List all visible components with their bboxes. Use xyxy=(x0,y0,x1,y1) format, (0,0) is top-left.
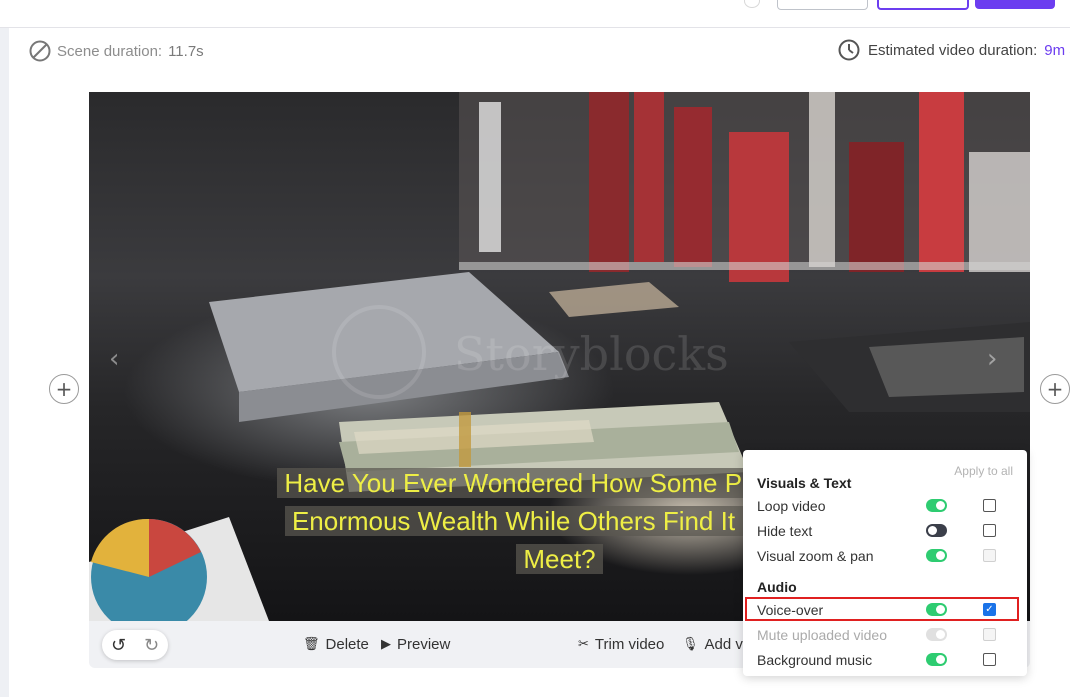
trim-label: Trim video xyxy=(594,636,665,653)
setting-row-background-music: Background music xyxy=(757,648,1017,673)
setting-row-hide-text: Hide text xyxy=(757,519,1017,544)
visual-zoom-pan-toggle[interactable] xyxy=(926,549,947,562)
estimated-duration-value: 9m 3 xyxy=(1044,41,1070,59)
top-bar xyxy=(0,0,1070,28)
estimated-duration: Estimated video duration: 9m 3 xyxy=(838,39,1070,61)
microphone-icon: 🎙 xyxy=(682,637,699,652)
add-voiceover-button[interactable]: 🎙 Add vo xyxy=(682,636,751,653)
mute-uploaded-video-apply-all-checkbox xyxy=(983,628,996,641)
left-sidebar-edge xyxy=(0,28,9,697)
visual-zoom-pan-label: Visual zoom & pan xyxy=(757,548,874,564)
estimated-duration-label: Estimated video duration: xyxy=(868,41,1038,59)
visuals-text-title: Visuals & Text xyxy=(757,475,852,491)
background-music-toggle[interactable] xyxy=(926,653,947,666)
voice-over-label: Voice-over xyxy=(757,602,824,618)
hide-text-apply-all-checkbox[interactable] xyxy=(983,524,996,537)
delete-button[interactable]: 🗑 Delete xyxy=(303,636,369,653)
setting-row-loop-video: Loop video xyxy=(757,494,1017,519)
hide-text-label: Hide text xyxy=(757,523,813,539)
setting-row-voice-over: Voice-over ✓ xyxy=(757,598,1017,623)
preview-label: Preview xyxy=(397,636,451,653)
background-music-apply-all-checkbox[interactable] xyxy=(983,653,996,666)
loop-video-apply-all-checkbox[interactable] xyxy=(983,499,996,512)
next-scene-arrow[interactable]: › xyxy=(987,344,997,374)
setting-row-mute-uploaded-video: Mute uploaded video xyxy=(757,623,1017,648)
delete-label: Delete xyxy=(325,636,369,653)
top-outline-button-2[interactable] xyxy=(877,0,969,10)
loop-video-label: Loop video xyxy=(757,498,826,514)
loop-video-toggle[interactable] xyxy=(926,499,947,512)
visual-zoom-pan-apply-all-checkbox xyxy=(983,549,996,562)
no-duration-icon xyxy=(29,40,51,62)
preview-button[interactable]: ▶ Preview xyxy=(381,636,450,653)
undo-icon[interactable]: ↺ xyxy=(111,635,126,656)
scene-duration-label: Scene duration: xyxy=(57,42,163,60)
scene-settings-panel: Apply to all Visuals & Text Loop video H… xyxy=(743,450,1027,676)
trim-video-button[interactable]: ✂ Trim video xyxy=(578,636,664,653)
plus-icon: + xyxy=(1046,377,1064,401)
voice-over-apply-all-checkbox[interactable]: ✓ xyxy=(983,603,996,616)
top-primary-button[interactable] xyxy=(975,0,1055,9)
add-scene-before-button[interactable]: + xyxy=(49,374,79,404)
scene-duration: Scene duration: 11.7s xyxy=(29,40,204,62)
scissors-icon: ✂ xyxy=(578,637,589,652)
voice-over-toggle[interactable] xyxy=(926,603,947,616)
top-outline-button-1[interactable] xyxy=(777,0,868,10)
top-help-button[interactable] xyxy=(744,0,760,8)
plus-icon: + xyxy=(55,377,73,401)
prev-scene-arrow[interactable]: ‹ xyxy=(109,344,119,374)
undo-redo-group: ↺ ↻ xyxy=(102,630,168,660)
setting-row-visual-zoom-pan: Visual zoom & pan xyxy=(757,544,1017,569)
scene-duration-value: 11.7s xyxy=(168,42,204,60)
clock-icon xyxy=(838,39,860,61)
audio-title: Audio xyxy=(757,579,797,595)
trash-icon: 🗑 xyxy=(303,637,320,652)
apply-to-all-label: Apply to all xyxy=(954,464,1013,478)
hide-text-toggle[interactable] xyxy=(926,524,947,537)
add-scene-after-button[interactable]: + xyxy=(1040,374,1070,404)
watermark-text: Storyblocks xyxy=(454,327,729,381)
redo-icon[interactable]: ↻ xyxy=(144,635,159,656)
mute-uploaded-video-toggle xyxy=(926,628,947,641)
play-icon: ▶ xyxy=(381,637,391,652)
mute-uploaded-video-label: Mute uploaded video xyxy=(757,627,887,643)
background-music-label: Background music xyxy=(757,652,873,668)
